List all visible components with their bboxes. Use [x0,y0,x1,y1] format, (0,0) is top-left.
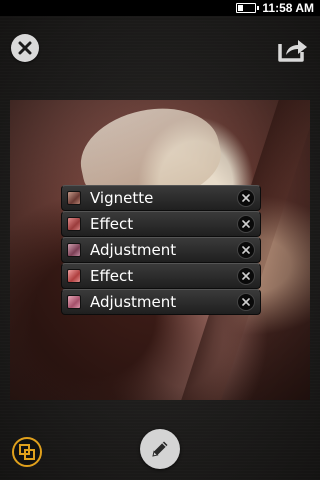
share-icon [278,40,307,62]
layers-button[interactable] [12,437,42,467]
adjustment-thumbnail-icon [67,243,81,257]
battery-level [238,5,244,11]
adjustment-label: Adjustment [90,241,177,259]
adjustment-list: Vignette Effect Adjustment Effect Adjust… [61,185,261,315]
adjustment-item-vignette[interactable]: Vignette [61,185,261,211]
remove-adjustment-button[interactable] [237,241,255,259]
remove-icon [242,298,250,306]
adjustment-item-adjustment[interactable]: Adjustment [61,237,261,263]
remove-adjustment-button[interactable] [237,215,255,233]
remove-adjustment-button[interactable] [237,267,255,285]
remove-adjustment-button[interactable] [237,189,255,207]
adjustment-thumbnail-icon [67,295,81,309]
adjustment-item-adjustment[interactable]: Adjustment [61,289,261,315]
remove-icon [242,194,250,202]
effect-thumbnail-icon [67,269,81,283]
clock: 11:58 AM [262,1,314,15]
remove-adjustment-button[interactable] [237,293,255,311]
layers-icon [19,444,35,460]
pencil-icon [152,441,168,457]
share-button[interactable] [276,34,310,64]
status-bar: 11:58 AM [0,0,320,16]
adjustment-item-effect[interactable]: Effect [61,211,261,237]
close-button[interactable] [11,34,39,62]
battery-icon [236,3,260,13]
adjustment-item-effect[interactable]: Effect [61,263,261,289]
vignette-thumbnail-icon [67,191,81,205]
adjustment-label: Effect [90,215,134,233]
remove-icon [242,246,250,254]
screen: 11:58 AM Vignette Effect Adjustment Effe… [0,0,320,480]
adjustment-label: Vignette [90,189,154,207]
edit-button[interactable] [140,429,180,469]
adjustment-label: Adjustment [90,293,177,311]
close-icon [18,41,32,55]
remove-icon [242,272,250,280]
remove-icon [242,220,250,228]
adjustment-label: Effect [90,267,134,285]
effect-thumbnail-icon [67,217,81,231]
